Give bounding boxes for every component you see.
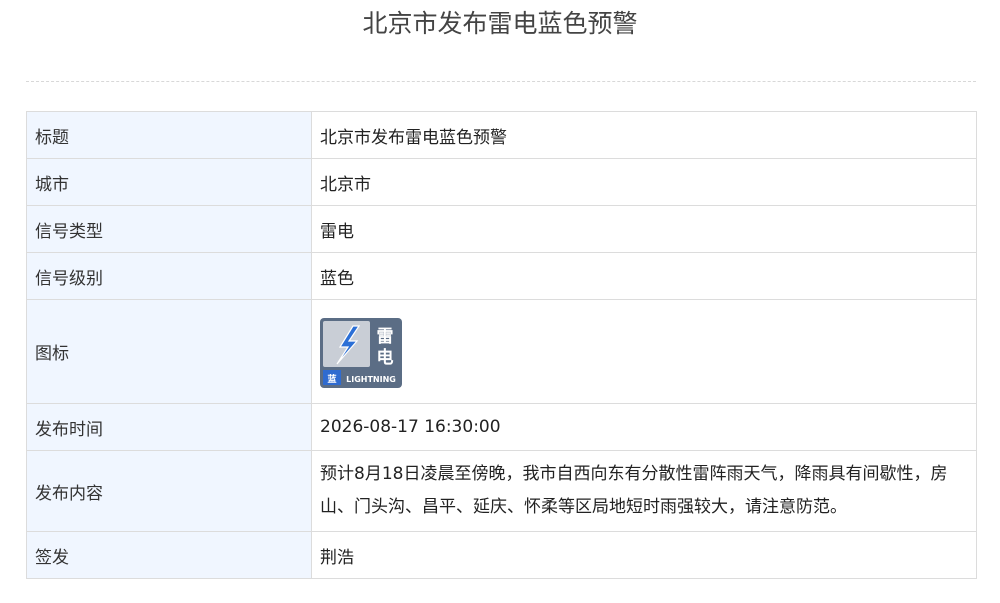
table-row-publish-time: 发布时间 2026-08-17 16:30:00 (26, 403, 977, 451)
row-value-issuer: 荆浩 (311, 531, 977, 579)
row-value-title: 北京市发布雷电蓝色预警 (311, 111, 977, 159)
row-value-publish-time: 2026-08-17 16:30:00 (311, 403, 977, 451)
icon-level-char: 蓝 (327, 373, 336, 385)
row-label-issuer: 签发 (26, 531, 312, 579)
table-row-signal-level: 信号级别 蓝色 (26, 252, 977, 300)
row-label-content: 发布内容 (26, 450, 312, 532)
page-title: 北京市发布雷电蓝色预警 (362, 9, 638, 38)
row-label-city: 城市 (26, 158, 312, 206)
row-value-city: 北京市 (311, 158, 977, 206)
lightning-blue-warning-icon: 雷 电 蓝 LIGHTNING (320, 317, 402, 388)
table-row-signal-type: 信号类型 雷电 (26, 205, 977, 253)
icon-char-2: 电 (377, 347, 394, 368)
row-label-signal-level: 信号级别 (26, 252, 312, 300)
table-row-title: 标题 北京市发布雷电蓝色预警 (26, 111, 977, 159)
warning-info-table: 标题 北京市发布雷电蓝色预警 城市 北京市 信号类型 雷电 信号级别 蓝色 图标… (26, 111, 977, 579)
title-divider (26, 81, 976, 82)
row-label-signal-type: 信号类型 (26, 205, 312, 253)
row-label-title: 标题 (26, 111, 312, 159)
row-value-signal-type: 雷电 (311, 205, 977, 253)
table-row-content: 发布内容 预计8月18日凌晨至傍晚，我市自西向东有分散性雷阵雨天气，降雨具有间歇… (26, 450, 977, 532)
row-label-icon: 图标 (26, 299, 312, 404)
row-value-icon: 雷 电 蓝 LIGHTNING (311, 299, 977, 404)
icon-english-label: LIGHTNING (346, 375, 396, 384)
table-row-city: 城市 北京市 (26, 158, 977, 206)
icon-char-1: 雷 (377, 327, 394, 347)
table-row-icon: 图标 雷 电 蓝 LIGHTNING (26, 299, 977, 404)
row-label-publish-time: 发布时间 (26, 403, 312, 451)
row-value-content: 预计8月18日凌晨至傍晚，我市自西向东有分散性雷阵雨天气，降雨具有间歇性，房山、… (311, 450, 977, 532)
lightning-icon: 雷 电 蓝 LIGHTNING (323, 320, 396, 385)
row-value-signal-level: 蓝色 (311, 252, 977, 300)
table-row-issuer: 签发 荆浩 (26, 531, 977, 579)
